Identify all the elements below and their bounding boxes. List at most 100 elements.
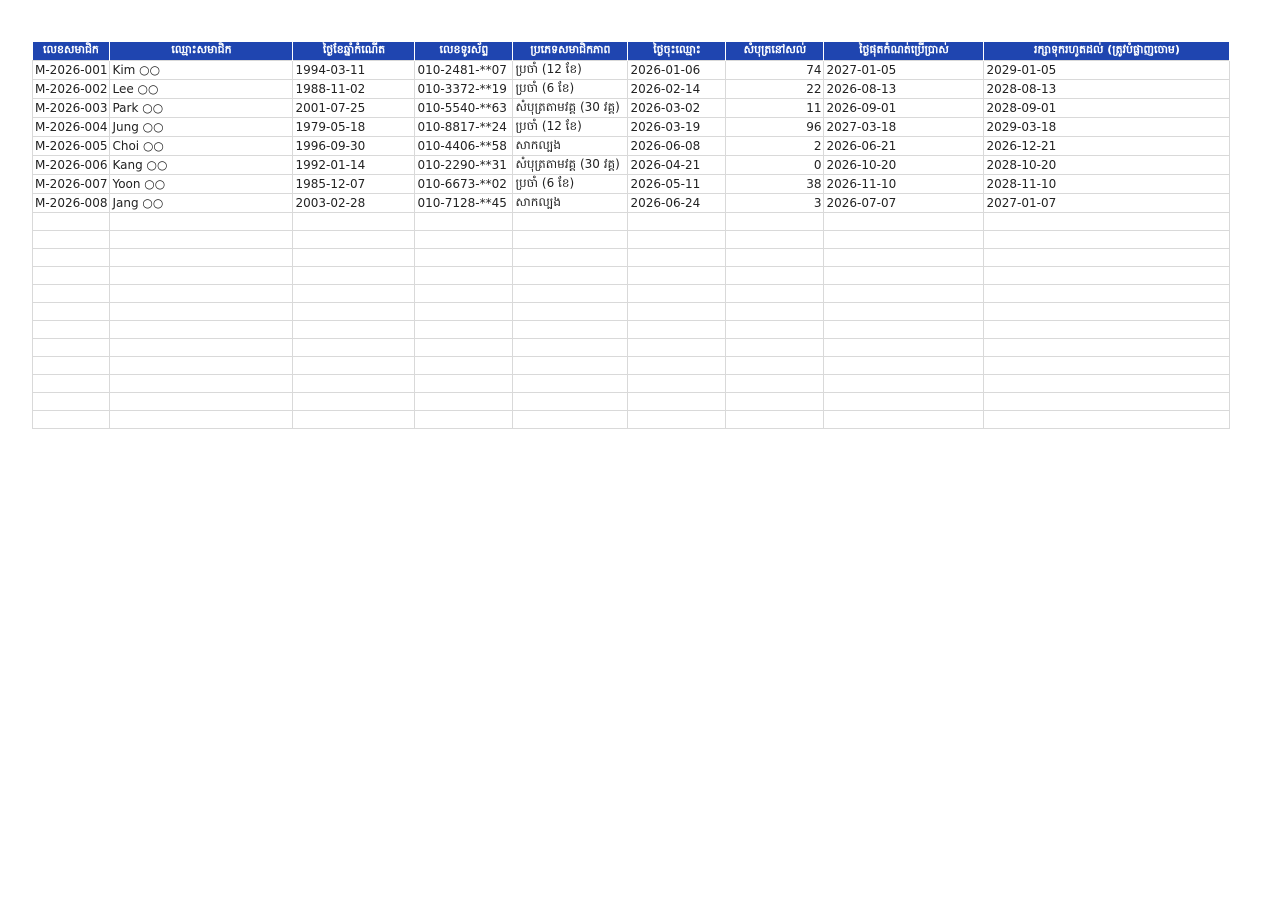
empty-cell[interactable]: [823, 410, 985, 429]
empty-cell[interactable]: [414, 392, 514, 411]
member-name-cell[interactable]: Jung ○○: [109, 117, 294, 137]
empty-cell[interactable]: [983, 248, 1231, 267]
empty-cell[interactable]: [414, 320, 514, 339]
empty-cell[interactable]: [627, 374, 727, 393]
member-name-cell[interactable]: Jang ○○: [109, 193, 294, 213]
empty-cell[interactable]: [512, 302, 629, 321]
member-id-cell[interactable]: M-2026-008: [31, 193, 111, 213]
membership-type-cell[interactable]: ប្រចាំ (6 ខែ): [512, 79, 629, 99]
empty-cell[interactable]: [292, 266, 416, 285]
empty-cell[interactable]: [983, 356, 1231, 375]
empty-cell[interactable]: [983, 302, 1231, 321]
empty-cell[interactable]: [725, 356, 825, 375]
empty-cell[interactable]: [31, 392, 111, 411]
empty-cell[interactable]: [512, 338, 629, 357]
member-name-cell[interactable]: Lee ○○: [109, 79, 294, 99]
empty-cell[interactable]: [725, 212, 825, 231]
member-name-cell[interactable]: Kim ○○: [109, 60, 294, 80]
retain-until-cell[interactable]: 2029-01-05: [983, 60, 1231, 80]
retain-until-cell[interactable]: 2028-08-13: [983, 79, 1231, 99]
empty-cell[interactable]: [109, 248, 294, 267]
empty-cell[interactable]: [627, 284, 727, 303]
empty-cell[interactable]: [627, 320, 727, 339]
empty-cell[interactable]: [627, 212, 727, 231]
remaining-tickets-cell[interactable]: 2: [725, 136, 825, 156]
empty-cell[interactable]: [725, 248, 825, 267]
empty-cell[interactable]: [414, 374, 514, 393]
remaining-tickets-cell[interactable]: 74: [725, 60, 825, 80]
empty-cell[interactable]: [983, 392, 1231, 411]
member-name-cell[interactable]: Yoon ○○: [109, 174, 294, 194]
empty-cell[interactable]: [823, 230, 985, 249]
empty-cell[interactable]: [725, 320, 825, 339]
phone-cell[interactable]: 010-3372-**19: [414, 79, 514, 99]
empty-cell[interactable]: [725, 266, 825, 285]
empty-cell[interactable]: [823, 284, 985, 303]
empty-cell[interactable]: [725, 284, 825, 303]
retain-until-cell[interactable]: 2028-09-01: [983, 98, 1231, 118]
membership-type-cell[interactable]: ប្រចាំ (6 ខែ): [512, 174, 629, 194]
empty-cell[interactable]: [823, 338, 985, 357]
empty-cell[interactable]: [627, 302, 727, 321]
expiry-date-cell[interactable]: 2026-06-21: [823, 136, 985, 156]
header-member-name[interactable]: ឈ្មោះសមាជិក: [109, 42, 294, 61]
empty-cell[interactable]: [109, 374, 294, 393]
empty-cell[interactable]: [512, 212, 629, 231]
empty-cell[interactable]: [31, 302, 111, 321]
header-membership-type[interactable]: ប្រភេទសមាជិកភាព: [512, 42, 629, 61]
phone-cell[interactable]: 010-2481-**07: [414, 60, 514, 80]
empty-cell[interactable]: [627, 356, 727, 375]
empty-cell[interactable]: [823, 266, 985, 285]
empty-cell[interactable]: [414, 230, 514, 249]
empty-cell[interactable]: [31, 284, 111, 303]
membership-type-cell[interactable]: សាកល្បង: [512, 136, 629, 156]
empty-cell[interactable]: [292, 212, 416, 231]
membership-type-cell[interactable]: ប្រចាំ (12 ខែ): [512, 60, 629, 80]
empty-cell[interactable]: [983, 266, 1231, 285]
registration-date-cell[interactable]: 2026-03-02: [627, 98, 727, 118]
empty-cell[interactable]: [31, 212, 111, 231]
empty-cell[interactable]: [512, 230, 629, 249]
header-registration-date[interactable]: ថ្ងៃចុះឈ្មោះ: [627, 42, 727, 61]
empty-cell[interactable]: [31, 248, 111, 267]
empty-cell[interactable]: [31, 320, 111, 339]
member-id-cell[interactable]: M-2026-007: [31, 174, 111, 194]
empty-cell[interactable]: [983, 320, 1231, 339]
empty-cell[interactable]: [983, 284, 1231, 303]
remaining-tickets-cell[interactable]: 22: [725, 79, 825, 99]
retain-until-cell[interactable]: 2026-12-21: [983, 136, 1231, 156]
empty-cell[interactable]: [823, 356, 985, 375]
header-phone[interactable]: លេខទូរស័ព្ទ: [414, 42, 514, 61]
empty-cell[interactable]: [627, 410, 727, 429]
phone-cell[interactable]: 010-2290-**31: [414, 155, 514, 175]
empty-cell[interactable]: [983, 374, 1231, 393]
remaining-tickets-cell[interactable]: 3: [725, 193, 825, 213]
empty-cell[interactable]: [627, 230, 727, 249]
member-id-cell[interactable]: M-2026-001: [31, 60, 111, 80]
remaining-tickets-cell[interactable]: 96: [725, 117, 825, 137]
registration-date-cell[interactable]: 2026-05-11: [627, 174, 727, 194]
empty-cell[interactable]: [109, 284, 294, 303]
membership-type-cell[interactable]: សំបុត្រតាមវគ្គ (30 វគ្គ): [512, 98, 629, 118]
retain-until-cell[interactable]: 2027-01-07: [983, 193, 1231, 213]
member-id-cell[interactable]: M-2026-003: [31, 98, 111, 118]
empty-cell[interactable]: [512, 410, 629, 429]
member-id-cell[interactable]: M-2026-005: [31, 136, 111, 156]
empty-cell[interactable]: [414, 212, 514, 231]
empty-cell[interactable]: [983, 338, 1231, 357]
empty-cell[interactable]: [109, 266, 294, 285]
empty-cell[interactable]: [109, 302, 294, 321]
remaining-tickets-cell[interactable]: 38: [725, 174, 825, 194]
retain-until-cell[interactable]: 2028-11-10: [983, 174, 1231, 194]
empty-cell[interactable]: [109, 320, 294, 339]
empty-cell[interactable]: [292, 248, 416, 267]
expiry-date-cell[interactable]: 2026-11-10: [823, 174, 985, 194]
member-id-cell[interactable]: M-2026-002: [31, 79, 111, 99]
empty-cell[interactable]: [512, 248, 629, 267]
empty-cell[interactable]: [109, 392, 294, 411]
empty-cell[interactable]: [823, 374, 985, 393]
empty-cell[interactable]: [823, 392, 985, 411]
empty-cell[interactable]: [627, 392, 727, 411]
empty-cell[interactable]: [292, 302, 416, 321]
empty-cell[interactable]: [823, 212, 985, 231]
